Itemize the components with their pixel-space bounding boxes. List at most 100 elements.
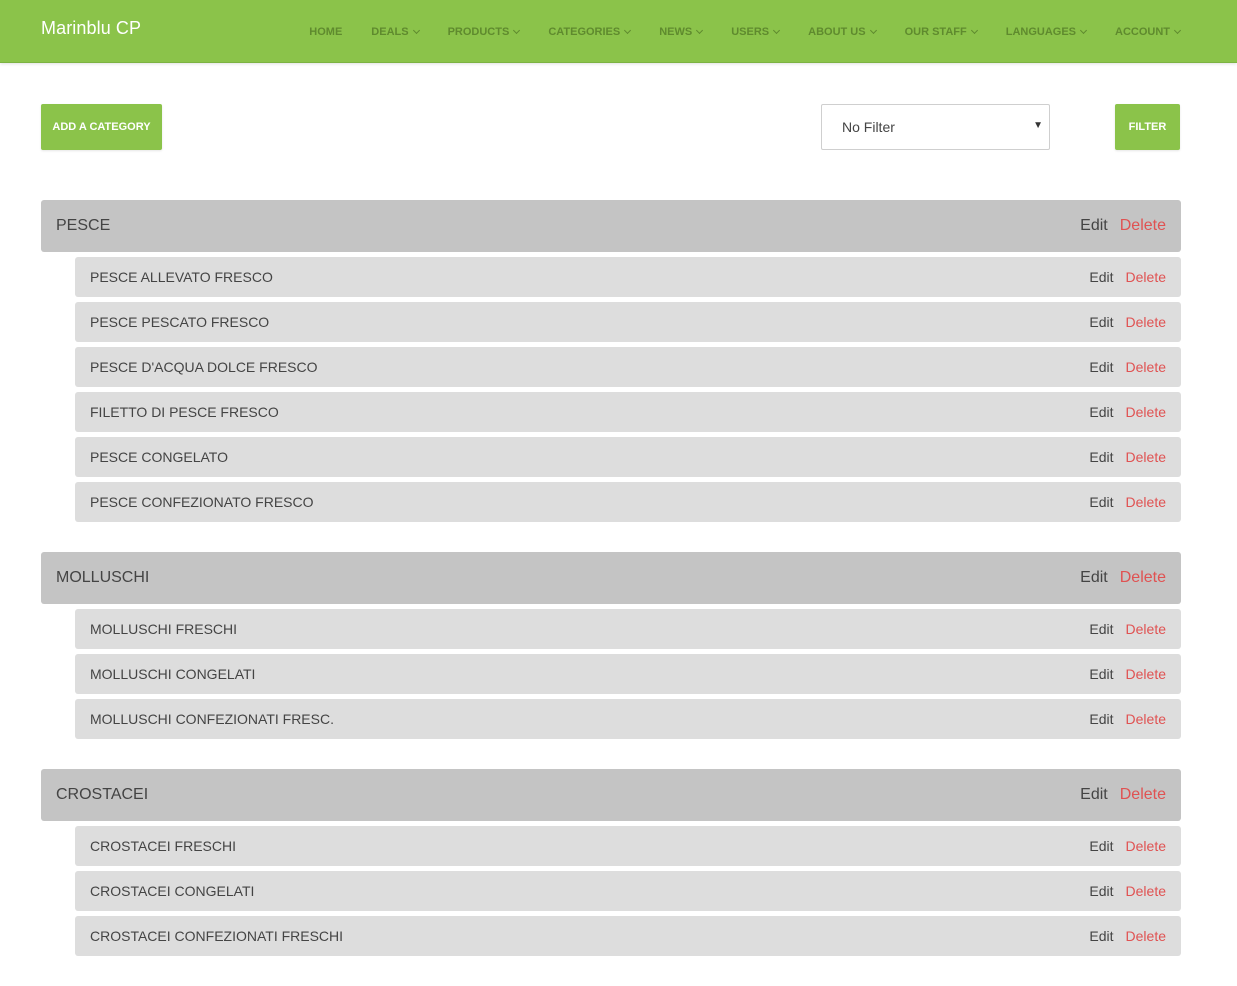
subcategory-name: MOLLUSCHI CONFEZIONATI FRESC. [90, 711, 334, 727]
filter-select-value: No Filter [842, 119, 895, 135]
subcategory-row: PESCE CONGELATO Edit Delete [75, 437, 1181, 477]
chevron-down-icon [1173, 26, 1182, 34]
edit-link[interactable]: Edit [1089, 359, 1113, 375]
edit-link[interactable]: Edit [1080, 217, 1108, 235]
add-category-button[interactable]: ADD A CATEGORY [41, 104, 162, 150]
subcategory-row: CROSTACEI CONFEZIONATI FRESCHI Edit Delete [75, 916, 1181, 956]
chevron-down-icon [869, 26, 877, 34]
nav-item-about-us[interactable]: ABOUT US [808, 25, 877, 38]
nav-item-deals[interactable]: DEALS [371, 25, 420, 38]
delete-link[interactable]: Delete [1126, 711, 1166, 727]
edit-link[interactable]: Edit [1089, 928, 1113, 944]
select-arrow-icon: ▼ [1033, 120, 1043, 131]
nav-item-label: OUR STAFF [904, 25, 967, 38]
top-navbar: Marinblu CP HOME DEALS PRODUCTS CATEGORIES N… [0, 0, 1237, 63]
chevron-down-icon [1079, 26, 1088, 34]
nav-item-products[interactable]: PRODUCTS [447, 25, 521, 38]
nav-item-label: DEALS [371, 25, 409, 38]
delete-link[interactable]: Delete [1120, 786, 1166, 804]
chevron-down-icon [513, 26, 521, 34]
nav-item-account[interactable]: ACCOUNT [1115, 26, 1182, 38]
subcategory-name: CROSTACEI FRESCHI [90, 838, 236, 854]
subcategory-row: MOLLUSCHI CONGELATI Edit Delete [75, 654, 1181, 694]
nav-item-our-staff[interactable]: OUR STAFF [904, 25, 978, 38]
delete-link[interactable]: Delete [1126, 666, 1166, 682]
category-name: PESCE [56, 217, 111, 234]
subcategory-row: PESCE D'ACQUA DOLCE FRESCO Edit Delete [75, 347, 1181, 387]
category-row: MOLLUSCHI Edit Delete [41, 552, 1181, 604]
subcategory-name: PESCE D'ACQUA DOLCE FRESCO [90, 359, 318, 375]
category-group: MOLLUSCHI Edit Delete MOLLUSCHI FRESCHI Edit… [41, 552, 1181, 739]
subcategory-row: CROSTACEI CONGELATI Edit Delete [75, 871, 1181, 911]
edit-link[interactable]: Edit [1089, 621, 1113, 637]
nav-item-label: CATEGORIES [548, 25, 621, 38]
brand-title[interactable]: Marinblu CP [41, 18, 141, 39]
chevron-down-icon [624, 26, 632, 34]
delete-link[interactable]: Delete [1126, 883, 1166, 899]
nav-item-label: PRODUCTS [447, 25, 510, 38]
subcategory-row: PESCE ALLEVATO FRESCO Edit Delete [75, 257, 1181, 297]
edit-link[interactable]: Edit [1080, 786, 1108, 804]
chevron-down-icon [773, 26, 781, 34]
edit-link[interactable]: Edit [1089, 449, 1113, 465]
subcategory-row: PESCE PESCATO FRESCO Edit Delete [75, 302, 1181, 342]
subcategory-name: MOLLUSCHI CONGELATI [90, 666, 256, 682]
delete-link[interactable]: Delete [1126, 449, 1166, 465]
subcategory-name: PESCE CONGELATO [90, 449, 228, 465]
category-row: PESCE Edit Delete [41, 200, 1181, 252]
category-name: MOLLUSCHI [56, 569, 150, 586]
subcategory-row: FILETTO DI PESCE FRESCO Edit Delete [75, 392, 1181, 432]
category-name: CROSTACEI [56, 786, 149, 803]
nav-item-label: HOME [309, 25, 343, 38]
edit-link[interactable]: Edit [1089, 711, 1113, 727]
chevron-down-icon [970, 26, 978, 34]
edit-link[interactable]: Edit [1089, 404, 1113, 420]
nav-item-categories[interactable]: CATEGORIES [548, 25, 632, 38]
nav-item-users[interactable]: USERS [731, 25, 781, 38]
nav-item-home[interactable]: HOME [309, 26, 342, 38]
delete-link[interactable]: Delete [1126, 494, 1166, 510]
category-group: PESCE Edit Delete PESCE ALLEVATO FRESCO Edit… [41, 200, 1181, 522]
subcategory-row: CROSTACEI FRESCHI Edit Delete [75, 826, 1181, 866]
nav-item-label: USERS [731, 25, 770, 38]
subcategory-name: CROSTACEI CONFEZIONATI FRESCHI [90, 928, 344, 944]
subcategory-row: MOLLUSCHI CONFEZIONATI FRESC. Edit Delete [75, 699, 1181, 739]
nav-item-label: ABOUT US [808, 25, 866, 38]
edit-link[interactable]: Edit [1089, 838, 1113, 854]
nav-item-label: NEWS [659, 25, 693, 38]
delete-link[interactable]: Delete [1126, 404, 1166, 420]
main-nav: HOME DEALS PRODUCTS CATEGORIES NEWS USERS ABOU… [309, 0, 1182, 63]
category-group: CROSTACEI Edit Delete CROSTACEI FRESCHI Edit… [41, 769, 1181, 956]
delete-link[interactable]: Delete [1120, 217, 1166, 235]
delete-link[interactable]: Delete [1126, 269, 1166, 285]
edit-link[interactable]: Edit [1080, 569, 1108, 587]
filter-select[interactable]: No Filter ▼ [821, 104, 1050, 150]
edit-link[interactable]: Edit [1089, 269, 1113, 285]
subcategory-name: CROSTACEI CONGELATI [90, 883, 255, 899]
subcategory-name: FILETTO DI PESCE FRESCO [90, 404, 279, 420]
edit-link[interactable]: Edit [1089, 666, 1113, 682]
subcategory-name: PESCE CONFEZIONATO FRESCO [90, 494, 314, 510]
edit-link[interactable]: Edit [1089, 314, 1113, 330]
chevron-down-icon [412, 26, 420, 34]
subcategory-row: PESCE CONFEZIONATO FRESCO Edit Delete [75, 482, 1181, 522]
delete-link[interactable]: Delete [1126, 314, 1166, 330]
edit-link[interactable]: Edit [1089, 883, 1113, 899]
delete-link[interactable]: Delete [1126, 838, 1166, 854]
category-list: PESCE Edit Delete PESCE ALLEVATO FRESCO Edit… [41, 200, 1181, 986]
nav-item-languages[interactable]: LANGUAGES [1005, 25, 1088, 38]
nav-item-news[interactable]: NEWS [659, 25, 704, 38]
subcategory-row: MOLLUSCHI FRESCHI Edit Delete [75, 609, 1181, 649]
delete-link[interactable]: Delete [1126, 359, 1166, 375]
subcategory-name: MOLLUSCHI FRESCHI [90, 621, 238, 637]
delete-link[interactable]: Delete [1126, 928, 1166, 944]
chevron-down-icon [696, 26, 704, 34]
edit-link[interactable]: Edit [1089, 494, 1113, 510]
delete-link[interactable]: Delete [1126, 621, 1166, 637]
filter-button[interactable]: FILTER [1115, 104, 1180, 150]
category-row: CROSTACEI Edit Delete [41, 769, 1181, 821]
subcategory-name: PESCE ALLEVATO FRESCO [90, 269, 273, 285]
nav-item-label: LANGUAGES [1005, 25, 1076, 38]
subcategory-name: PESCE PESCATO FRESCO [90, 314, 270, 330]
delete-link[interactable]: Delete [1120, 569, 1166, 587]
